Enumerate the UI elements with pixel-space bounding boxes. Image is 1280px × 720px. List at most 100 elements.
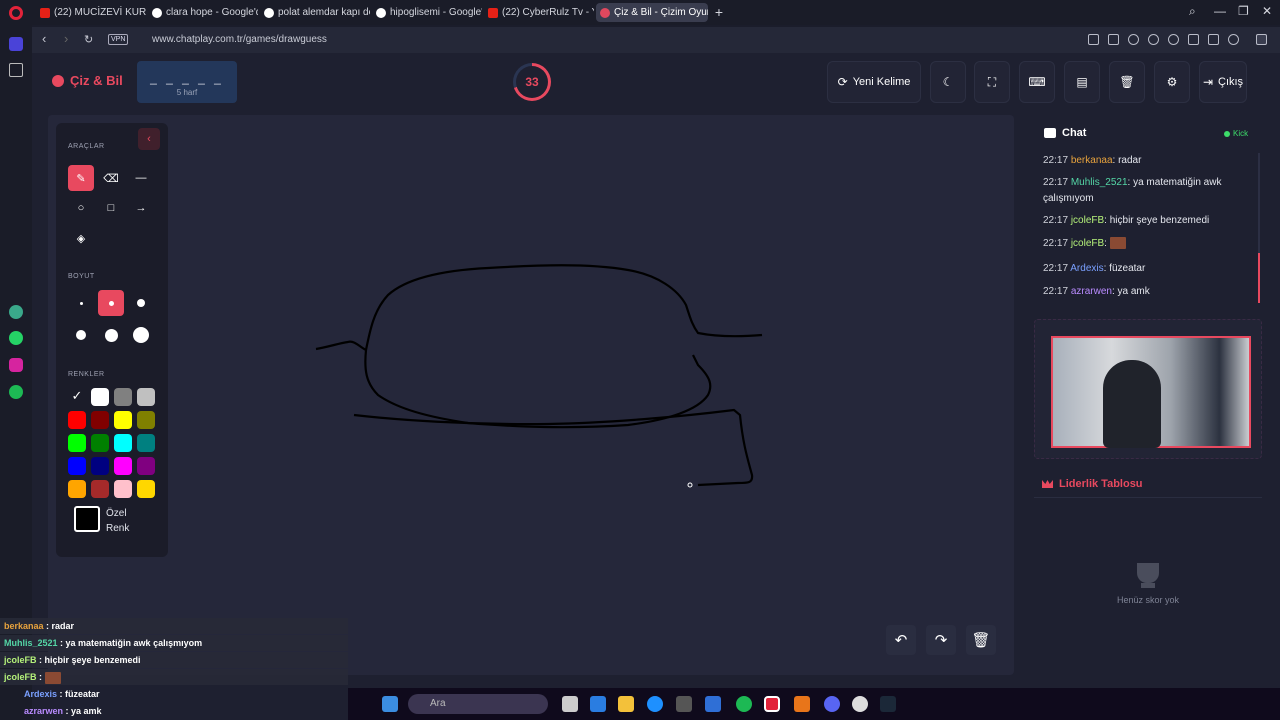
message-user[interactable]: berkanaa [1071,155,1113,166]
star-icon[interactable] [9,63,23,77]
forward-icon[interactable]: › [64,31,68,46]
collapse-panel-button[interactable]: ‹ [138,128,160,150]
line-tool[interactable]: — [128,165,154,191]
archive-button[interactable]: ▤ [1064,61,1100,103]
keyboard-button[interactable]: ⌨ [1019,61,1055,103]
tab-active[interactable]: Çiz & Bil - Çizim Oyunu [596,3,708,22]
arrow-tool[interactable]: → [128,195,154,221]
app-icon[interactable] [794,696,810,712]
custom-color-label[interactable]: Özel Renk [106,506,129,536]
color-swatch[interactable] [137,434,155,452]
spotify-icon[interactable] [9,385,23,399]
edge-icon[interactable] [647,696,663,712]
color-swatch[interactable] [68,457,86,475]
chatgpt-icon[interactable] [9,305,23,319]
size-s[interactable] [98,290,124,316]
new-tab-button[interactable]: + [712,5,726,19]
extension-icon[interactable] [1256,34,1267,45]
back-icon[interactable]: ‹ [42,31,46,46]
widgets-icon[interactable] [590,696,606,712]
color-swatch[interactable] [114,411,132,429]
color-swatch[interactable] [91,411,109,429]
message-user[interactable]: jcoleFB [1071,238,1104,249]
color-swatch[interactable] [114,457,132,475]
taskbar-search[interactable]: Ara [408,694,548,714]
edit-icon[interactable] [1088,34,1099,45]
scrollbar-thumb[interactable] [1258,253,1260,303]
restore-button[interactable]: ❐ [1238,4,1249,18]
color-swatch[interactable] [68,480,86,498]
color-swatch[interactable] [137,388,155,406]
color-swatch[interactable] [114,480,132,498]
menu-icon[interactable] [1208,34,1219,45]
undo-button[interactable]: ↶ [886,625,916,655]
color-swatch[interactable] [114,434,132,452]
color-swatch[interactable] [91,434,109,452]
delete-button[interactable]: 🗑 [1109,61,1145,103]
browser-search-icon[interactable]: ⌕ [1189,4,1196,19]
selected-color-swatch[interactable]: ✓ [68,388,86,406]
size-l[interactable] [68,322,94,348]
eraser-tool[interactable]: ⌫ [98,165,124,191]
fullscreen-button[interactable]: ⛶ [974,61,1010,103]
settings-button[interactable]: ⚙ [1154,61,1190,103]
discord-icon[interactable] [824,696,840,712]
tab-2[interactable]: clara hope - Google'da Ar [148,3,258,22]
task-view-icon[interactable] [562,696,578,712]
size-xxl[interactable] [128,322,154,348]
message-user[interactable]: Muhlis_2521 [1071,177,1128,188]
clear-canvas-button[interactable]: 🗑 [966,625,996,655]
heart-icon[interactable] [1168,34,1179,45]
message-user[interactable]: azrarwen [1071,286,1112,297]
color-swatch[interactable] [137,411,155,429]
new-word-button[interactable]: ⟳ Yeni Kelime [827,61,921,103]
shield-icon[interactable] [1128,34,1139,45]
spotify-icon[interactable] [736,696,752,712]
opera-icon[interactable] [764,696,780,712]
size-xs[interactable] [68,290,94,316]
color-swatch[interactable] [114,388,132,406]
steam-icon[interactable] [880,696,896,712]
color-swatch[interactable] [137,480,155,498]
message-user[interactable]: Ardexis [1070,263,1103,274]
camera-icon[interactable] [1108,34,1119,45]
reload-icon[interactable]: ↻ [84,33,93,46]
color-swatch[interactable] [68,411,86,429]
file-explorer-icon[interactable] [618,696,634,712]
size-m[interactable] [128,290,154,316]
color-swatch[interactable] [91,480,109,498]
color-swatch[interactable] [91,388,109,406]
rectangle-tool[interactable]: □ [98,195,124,221]
brush-tool[interactable]: ✎ [68,165,94,191]
color-swatch[interactable] [68,434,86,452]
tab-4[interactable]: hipoglisemi - Google'da A [372,3,482,22]
close-button[interactable]: ✕ [1262,4,1272,18]
store-icon[interactable] [676,696,692,712]
mail-icon[interactable] [705,696,721,712]
redo-button[interactable]: ↷ [926,625,956,655]
url-field[interactable]: www.chatplay.com.tr/games/drawguess [152,34,327,45]
obs-icon[interactable] [852,696,868,712]
circle-tool[interactable]: ○ [68,195,94,221]
dark-mode-button[interactable]: ☾ [930,61,966,103]
message-user[interactable]: jcoleFB [1071,215,1104,226]
tab-3[interactable]: polat alemdar kapı deliği [260,3,370,22]
color-swatch[interactable] [137,457,155,475]
brand-logo[interactable]: Çiz & Bil [52,73,123,88]
windows-start-icon[interactable] [382,696,398,712]
fill-tool[interactable]: ◈ [68,225,94,251]
download-icon[interactable] [1188,34,1199,45]
chat-scrollbar[interactable] [1258,153,1260,303]
tab-1[interactable]: (22) MUCİZEVİ KURTULUŞ [36,3,146,22]
instagram-icon[interactable] [9,358,23,372]
home-icon[interactable] [9,37,23,51]
custom-color-swatch[interactable] [74,506,100,532]
profile-icon[interactable] [1228,34,1239,45]
play-icon[interactable] [1148,34,1159,45]
image-attachment[interactable] [1109,237,1126,250]
whatsapp-icon[interactable] [9,331,23,345]
color-swatch[interactable] [91,457,109,475]
drawing-canvas[interactable]: ARAÇLAR ‹ ✎ ⌫ — ○ □ → ◈ BOYUT RENKLER ✓ … [48,115,1014,675]
minimize-button[interactable]: — [1214,4,1226,18]
exit-button[interactable]: ⇥ Çıkış [1199,61,1247,103]
